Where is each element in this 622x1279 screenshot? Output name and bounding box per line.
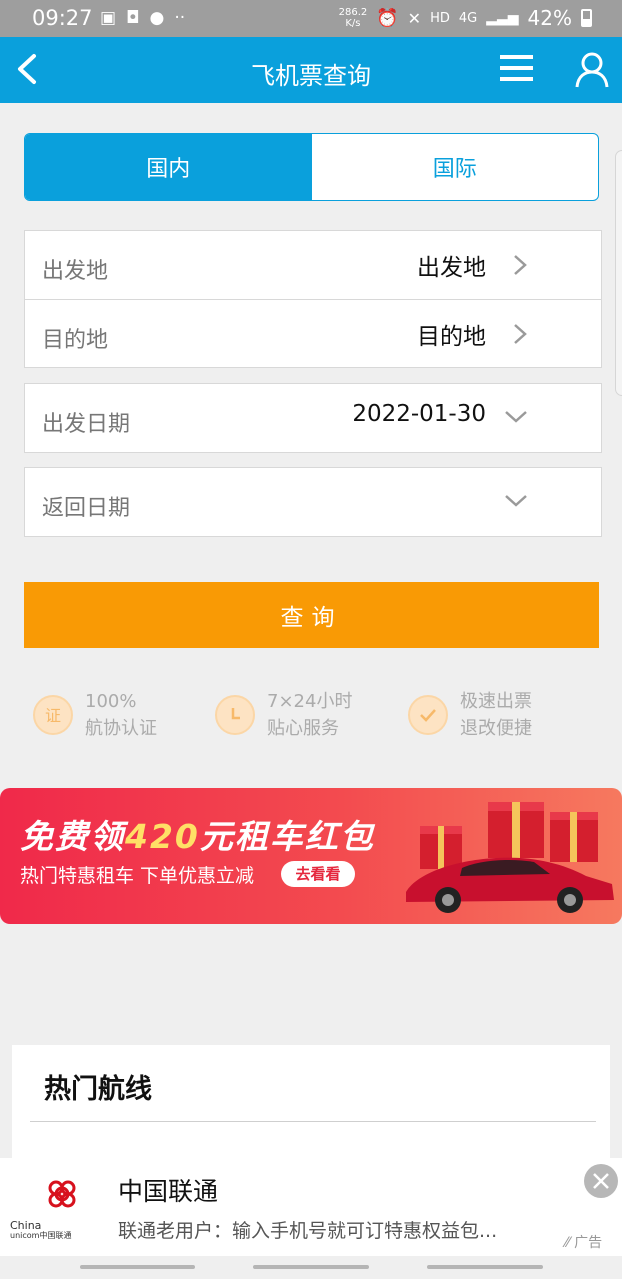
close-icon[interactable] [584, 1164, 618, 1198]
return-date-card: 返回日期 [24, 467, 602, 537]
side-drawer-handle[interactable] [615, 150, 622, 396]
nav-home-hint[interactable] [253, 1265, 369, 1269]
chevron-down-icon [505, 495, 527, 507]
feature-service: 7×24小时 贴心服务 [215, 688, 352, 742]
notification-icons: ▣ ◘ ● ·· [100, 8, 185, 28]
user-profile-icon[interactable] [574, 51, 610, 89]
departure-city-label: 出发地 [42, 259, 109, 284]
departure-date-field[interactable]: 出发日期 2022-01-30 [25, 384, 601, 452]
flight-type-tabs: 国内 国际 [24, 133, 599, 201]
tab-domestic[interactable]: 国内 [25, 134, 312, 200]
departure-date-card: 出发日期 2022-01-30 [24, 383, 602, 453]
hot-routes-title: 热门航线 [44, 1074, 152, 1105]
departure-date-label: 出发日期 [42, 412, 131, 437]
tab-international[interactable]: 国际 [312, 134, 599, 200]
return-date-field[interactable]: 返回日期 [25, 468, 601, 536]
status-bar: 09:27 ▣ ◘ ● ·· 286.2 K/s ⏰ ✕ HD 4G ▂▃▅ 4… [0, 0, 622, 37]
ad-title: 中国联通 [118, 1177, 219, 1206]
chevron-down-icon [505, 411, 527, 423]
more-dots-icon: ·· [174, 8, 186, 28]
china-unicom-ad[interactable]: China unicom中国联通 中国联通 联通老用户：输入手机号就可订特惠权益… [0, 1158, 622, 1256]
chevron-right-icon [514, 324, 527, 344]
banner-subtitle: 热门特惠租车 下单优惠立减 [20, 865, 255, 887]
destination-city-label: 目的地 [42, 328, 109, 353]
gallery-icon: ▣ [100, 8, 117, 28]
clock-icon [215, 695, 255, 735]
banner-cta-button[interactable]: 去看看 [281, 861, 355, 887]
certificate-icon: 证 [33, 695, 73, 735]
ad-description: 联通老用户：输入手机号就可订特惠权益包... [118, 1220, 498, 1242]
departure-city-field[interactable]: 出发地 出发地 [25, 231, 601, 299]
menu-icon[interactable] [500, 55, 533, 83]
nav-recents-hint[interactable] [80, 1265, 195, 1269]
banner-amount: 420 [125, 817, 200, 856]
destination-city-field[interactable]: 目的地 目的地 [25, 299, 601, 367]
china-unicom-logo: China unicom中国联通 [10, 1176, 90, 1240]
car-rental-promo-banner[interactable]: 免费领420元租车红包 热门特惠租车 下单优惠立减 去看看 [0, 788, 622, 924]
mute-icon: ✕ [407, 8, 422, 28]
banner-headline: 免费领420元租车红包 [20, 817, 375, 856]
nav-back-hint[interactable] [427, 1265, 543, 1269]
battery-icon [581, 9, 592, 27]
system-icons: 286.2 K/s ⏰ ✕ HD 4G ▂▃▅ 42% [339, 6, 592, 30]
network-4g-label: 4G [458, 10, 478, 26]
qq-icon: ● [149, 8, 165, 28]
network-speed: 286.2 K/s [338, 7, 368, 29]
destination-city-value: 目的地 [417, 324, 486, 350]
app-header: 飞机票查询 [0, 37, 622, 103]
status-time: 09:27 [32, 6, 93, 30]
signal-icon: ▂▃▅ [486, 10, 519, 26]
gesture-navigation-bar [0, 1256, 622, 1279]
battery-level: 42% [527, 6, 572, 30]
return-date-label: 返回日期 [42, 496, 131, 521]
ad-mark-icon: ⁄⁄ [565, 1235, 570, 1251]
departure-date-value: 2022-01-30 [352, 401, 486, 427]
check-icon [408, 695, 448, 735]
query-button[interactable]: 查询 [24, 582, 599, 648]
red-car-gift-illustration [406, 802, 614, 913]
ad-label: ⁄⁄ 广告 [565, 1235, 603, 1251]
alarm-icon: ⏰ [376, 7, 399, 29]
feature-certified: 证 100% 航协认证 [33, 688, 157, 742]
hd-label: HD [430, 10, 450, 26]
shopping-bag-icon: ◘ [126, 8, 140, 28]
feature-fast-ticket: 极速出票 退改便捷 [408, 688, 532, 742]
departure-city-value: 出发地 [417, 255, 486, 281]
section-divider [30, 1121, 596, 1122]
route-card: 出发地 出发地 目的地 目的地 [24, 230, 602, 368]
chevron-right-icon [514, 255, 527, 275]
